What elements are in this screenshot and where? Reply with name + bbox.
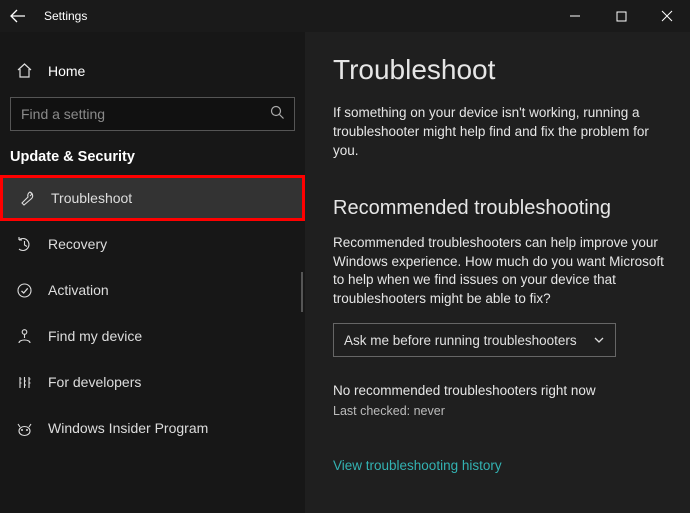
developer-icon [14,374,34,391]
sidebar-item-label: Recovery [48,236,107,252]
sidebar-item-insider[interactable]: Windows Insider Program [0,405,305,451]
close-button[interactable] [644,0,690,32]
sidebar-item-recovery[interactable]: Recovery [0,221,305,267]
content-pane: Troubleshoot If something on your device… [305,32,690,513]
window-controls [552,0,690,32]
sidebar-item-activation[interactable]: Activation [0,267,305,313]
recommended-heading: Recommended troubleshooting [333,197,668,220]
sidebar-item-label: Activation [48,282,109,298]
minimize-icon [569,10,581,22]
home-label: Home [48,63,85,79]
home-nav[interactable]: Home [0,54,305,89]
sidebar-item-label: For developers [48,374,141,390]
back-button[interactable] [6,8,30,24]
recommended-text: Recommended troubleshooters can help imp… [333,234,668,310]
location-icon [14,328,34,345]
search-input[interactable] [10,97,295,131]
maximize-icon [616,11,627,22]
last-checked-text: Last checked: never [333,404,668,418]
window-title: Settings [30,9,87,23]
activation-icon [14,282,34,299]
maximize-button[interactable] [598,0,644,32]
page-heading: Troubleshoot [333,54,668,86]
sidebar-item-label: Troubleshoot [51,190,132,206]
titlebar: Settings [0,0,690,32]
scrollbar[interactable] [301,272,303,312]
close-icon [661,10,673,22]
troubleshoot-preference-dropdown[interactable]: Ask me before running troubleshooters [333,323,616,357]
wrench-icon [17,190,37,207]
dropdown-value: Ask me before running troubleshooters [344,333,577,348]
view-history-link[interactable]: View troubleshooting history [333,458,668,473]
sidebar-item-label: Find my device [48,328,142,344]
sidebar: Home Update & Security Troubleshoot [0,32,305,513]
chevron-down-icon [593,334,605,346]
back-arrow-icon [10,8,26,24]
category-heading: Update & Security [0,149,305,175]
insider-icon [14,420,34,437]
home-icon [14,62,34,79]
recovery-icon [14,236,34,253]
sidebar-item-troubleshoot[interactable]: Troubleshoot [0,175,305,221]
sidebar-item-find-my-device[interactable]: Find my device [0,313,305,359]
sidebar-item-for-developers[interactable]: For developers [0,359,305,405]
minimize-button[interactable] [552,0,598,32]
intro-text: If something on your device isn't workin… [333,104,663,161]
no-recommended-text: No recommended troubleshooters right now [333,383,668,398]
search-icon [270,105,285,120]
sidebar-item-label: Windows Insider Program [48,420,208,436]
